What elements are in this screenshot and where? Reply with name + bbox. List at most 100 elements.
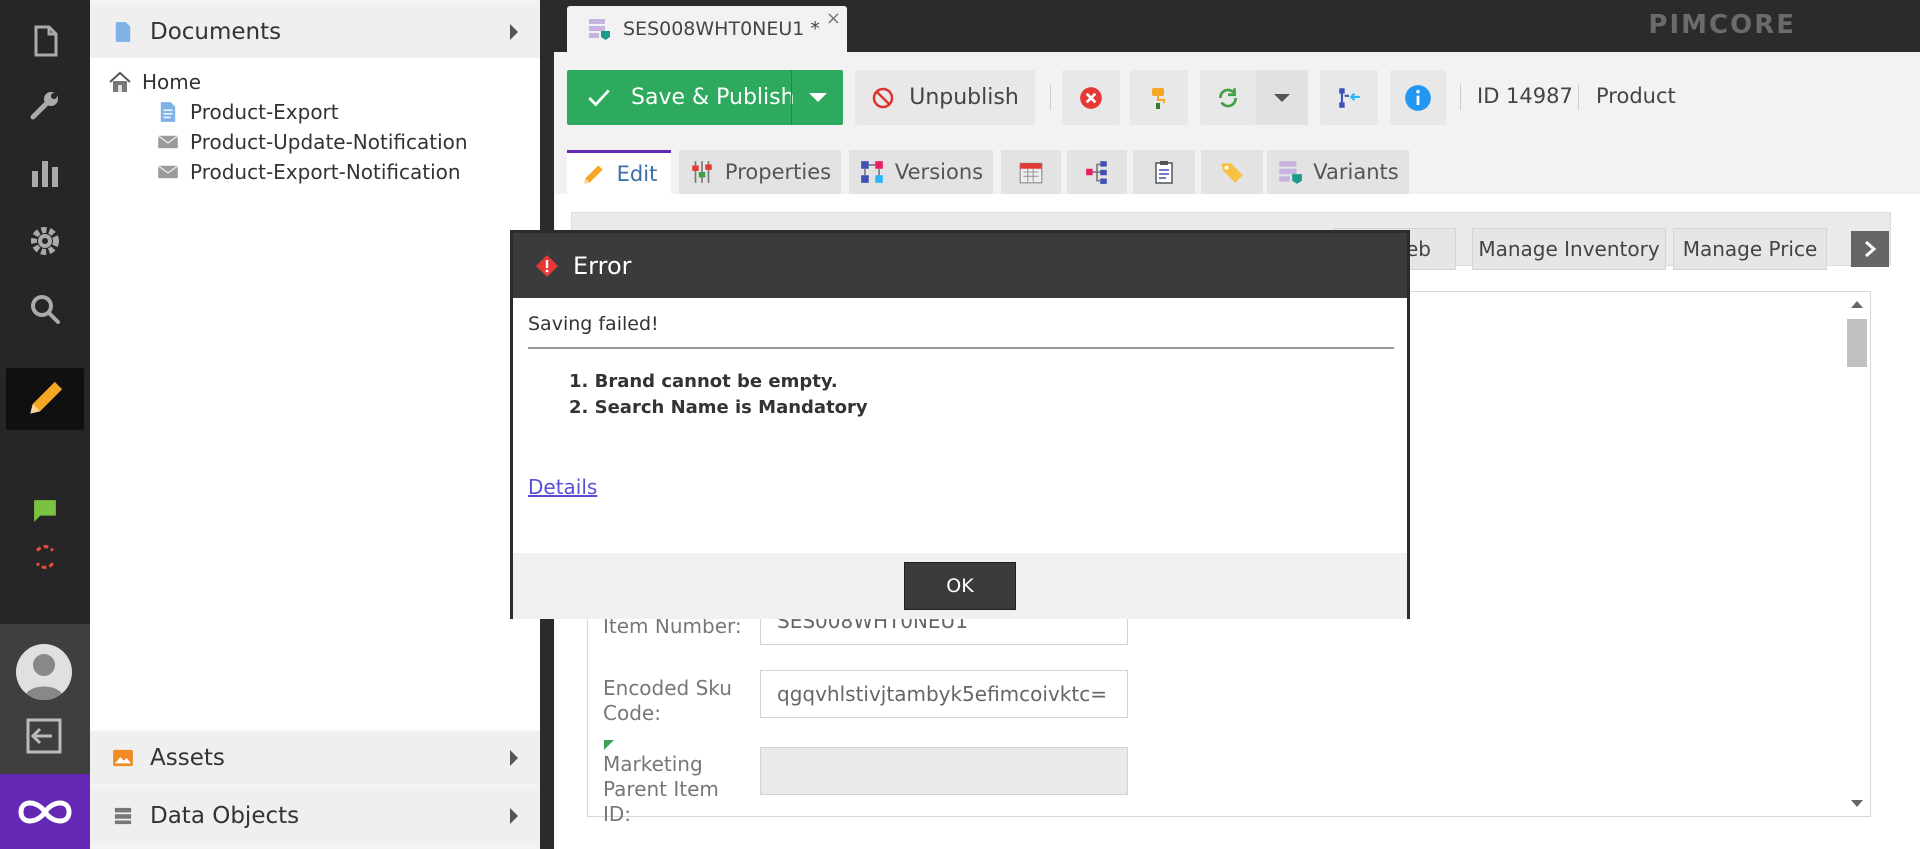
- toolbar-divider: [1050, 84, 1051, 110]
- tree-node-label: Home: [142, 70, 202, 94]
- info-icon: [1405, 84, 1431, 111]
- close-icon[interactable]: ×: [826, 8, 841, 29]
- document-tab-title: SES008WHT0NEU1 *: [623, 18, 820, 40]
- tab-notes[interactable]: [1133, 150, 1195, 194]
- scroll-down-icon[interactable]: [1851, 800, 1863, 807]
- pimcore-logo-icon[interactable]: [0, 774, 90, 849]
- chevron-right-icon: [510, 24, 518, 40]
- info-button[interactable]: [1390, 70, 1446, 125]
- changed-marker-icon: [604, 740, 614, 750]
- pimcore-brand: PIMCORE: [1648, 10, 1796, 40]
- save-options-dropdown[interactable]: [791, 70, 843, 125]
- tab-variants-label: Variants: [1313, 160, 1399, 184]
- main-menu-rail: [0, 0, 90, 849]
- panel-scrollbar[interactable]: [1845, 297, 1867, 811]
- tab-edit[interactable]: Edit: [567, 150, 671, 194]
- home-icon: [108, 71, 132, 93]
- pencil-icon: [581, 161, 607, 187]
- delete-icon: [1080, 86, 1102, 109]
- scroll-tabs-right-button[interactable]: [1851, 231, 1889, 267]
- assets-header-label: Assets: [150, 745, 225, 771]
- dialog-header[interactable]: Error: [513, 233, 1407, 298]
- documents-accordion-header[interactable]: Documents: [90, 6, 540, 58]
- documents-tree: Home Product-Export Product-Update-Notif…: [90, 58, 540, 730]
- user-section: [0, 624, 90, 774]
- error-item: 2. Search Name is Mandatory: [569, 397, 868, 418]
- properties-icon: [689, 159, 715, 185]
- object-class-text: Product: [1596, 84, 1676, 108]
- error-list: 1. Brand cannot be empty. 2. Search Name…: [569, 369, 868, 421]
- navigation-tree-panel: Documents Home Product-Export Product-Up…: [90, 0, 540, 849]
- email-icon: [156, 161, 180, 183]
- data-objects-header-label: Data Objects: [150, 803, 300, 829]
- tree-node-home[interactable]: Home: [108, 69, 201, 95]
- dependencies-icon: [1086, 161, 1107, 184]
- document-tab[interactable]: SES008WHT0NEU1 * ×: [567, 6, 847, 52]
- tab-versions[interactable]: Versions: [849, 150, 993, 194]
- documents-icon[interactable]: [0, 8, 90, 74]
- more-options-dropdown[interactable]: [1256, 70, 1308, 125]
- schedule-publish-button[interactable]: [1130, 70, 1188, 125]
- scrollbar-thumb[interactable]: [1847, 319, 1867, 367]
- save-publish-button[interactable]: Save & Publish: [567, 70, 843, 125]
- delete-button[interactable]: [1062, 70, 1120, 125]
- tab-schedule[interactable]: [1001, 150, 1061, 194]
- tree-node-product-update-notification[interactable]: Product-Update-Notification: [156, 129, 468, 155]
- paint-roller-icon: [1152, 87, 1165, 109]
- image-icon: [110, 745, 136, 771]
- documents-header-label: Documents: [150, 19, 282, 45]
- tab-edit-label: Edit: [616, 161, 658, 186]
- encoded-sku-input[interactable]: qgqvhlstivjtambyk5efimcoivktc=: [760, 670, 1128, 718]
- ok-button[interactable]: OK: [904, 562, 1016, 610]
- dialog-title: Error: [573, 251, 632, 280]
- object-variant-icon: [587, 17, 611, 41]
- page-icon: [156, 101, 180, 123]
- sync-icon[interactable]: [0, 524, 90, 590]
- page-icon: [110, 19, 136, 45]
- show-in-tree-button[interactable]: [1320, 70, 1378, 125]
- subtab-manage-price-label: Manage Price: [1682, 237, 1818, 261]
- assets-accordion-header[interactable]: Assets: [90, 732, 540, 784]
- logout-icon[interactable]: [24, 716, 64, 756]
- encoded-sku-label: Encoded Sku Code:: [603, 676, 732, 725]
- tree-node-label: Product-Export-Notification: [190, 160, 461, 184]
- reload-button[interactable]: [1200, 70, 1256, 125]
- calendar-icon: [1019, 162, 1043, 184]
- tree-node-product-export[interactable]: Product-Export: [156, 99, 339, 125]
- object-variant-icon: [1277, 159, 1303, 185]
- error-item: 1. Brand cannot be empty.: [569, 371, 838, 392]
- tree-node-label: Product-Update-Notification: [190, 130, 468, 154]
- analytics-icon[interactable]: [0, 140, 90, 206]
- tree-node-product-export-notification[interactable]: Product-Export-Notification: [156, 159, 461, 185]
- toolbar-divider: [1578, 84, 1579, 110]
- tab-variants[interactable]: Variants: [1267, 150, 1409, 194]
- unpublish-button[interactable]: Unpublish: [855, 70, 1035, 125]
- tree-locate-icon: [1339, 87, 1360, 108]
- unpublish-label: Unpublish: [909, 85, 1019, 110]
- tab-tags[interactable]: [1201, 150, 1263, 194]
- details-link[interactable]: Details: [528, 475, 597, 499]
- tab-properties[interactable]: Properties: [679, 150, 841, 194]
- settings-icon[interactable]: [0, 208, 90, 274]
- avatar[interactable]: [16, 644, 72, 700]
- search-icon[interactable]: [0, 276, 90, 342]
- subtab-manage-inventory[interactable]: Manage Inventory: [1472, 228, 1666, 270]
- error-dialog: Error Saving failed! 1. Brand cannot be …: [510, 230, 1410, 619]
- tools-icon[interactable]: [0, 72, 90, 138]
- subtab-manage-price[interactable]: Manage Price: [1673, 228, 1827, 270]
- subtab-manage-inventory-label: Manage Inventory: [1478, 237, 1660, 261]
- chevron-right-icon: [510, 808, 518, 824]
- data-objects-accordion-header[interactable]: Data Objects: [90, 790, 540, 842]
- dialog-message: Saving failed!: [528, 313, 659, 335]
- tab-dependencies[interactable]: [1067, 150, 1127, 194]
- chevron-right-icon: [510, 750, 518, 766]
- forbidden-icon: [871, 86, 895, 110]
- check-icon: [567, 70, 631, 125]
- object-id-text: ID 14987: [1477, 84, 1573, 108]
- reload-icon: [1219, 87, 1237, 107]
- clipboard-icon: [1155, 161, 1173, 184]
- scroll-up-icon[interactable]: [1851, 301, 1863, 308]
- marketing-parent-input: [760, 747, 1128, 795]
- pencil-icon[interactable]: [6, 368, 84, 430]
- toolbar-divider: [1460, 84, 1461, 110]
